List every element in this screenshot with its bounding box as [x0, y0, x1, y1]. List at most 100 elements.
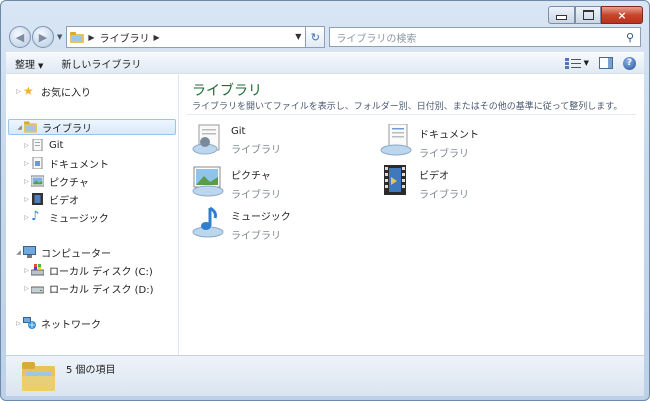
- back-arrow-icon: ◀: [15, 30, 25, 44]
- nav-item-favorites[interactable]: ▷ ★ お気に入り: [14, 83, 91, 99]
- nav-label: ネットワーク: [41, 319, 101, 331]
- nav-item-git[interactable]: ▷ Git: [22, 137, 63, 153]
- music-note-icon: ♪: [31, 209, 40, 224]
- new-library-button[interactable]: 新しいライブラリ: [52, 56, 150, 71]
- nav-item-pictures[interactable]: ▷ ピクチャ: [22, 173, 89, 189]
- change-view-button[interactable]: ▼: [564, 57, 589, 69]
- library-name: ドキュメント: [419, 130, 479, 141]
- computer-icon: [23, 246, 36, 258]
- close-button[interactable]: ×: [601, 6, 643, 24]
- forward-arrow-icon: ▶: [38, 30, 48, 44]
- library-item-music[interactable]: ミュージック ライブラリ: [191, 206, 291, 242]
- nav-item-music[interactable]: ▷ ♪ ミュージック: [22, 209, 109, 225]
- breadcrumb-separator-icon[interactable]: ▶: [88, 33, 94, 42]
- nav-item-videos[interactable]: ▷ ビデオ: [22, 191, 79, 207]
- search-placeholder: ライブラリの検索: [336, 33, 417, 45]
- library-folder-icon: [22, 362, 55, 391]
- library-name: ビデオ: [419, 171, 449, 182]
- library-item-git[interactable]: Git ライブラリ: [191, 124, 281, 156]
- nav-item-libraries[interactable]: ◢ ライブラリ: [8, 119, 176, 135]
- search-icon[interactable]: ⚲: [626, 31, 634, 44]
- system-drive-icon: [31, 264, 44, 276]
- library-folder-icon: [70, 31, 85, 43]
- nav-label: Git: [49, 139, 64, 151]
- library-folder-icon: [24, 121, 37, 133]
- explorer-window: × ◀ ▶ ▼ ▶ ライブラリ ▶ ▼ ↻ ライブラリの検索 ⚲ 整理 ▼ 新しい…: [0, 0, 650, 401]
- nav-label: ローカル ディスク (C:): [49, 266, 153, 278]
- film-icon: [32, 193, 43, 205]
- expand-icon[interactable]: ▷: [22, 160, 31, 167]
- expand-icon[interactable]: ▷: [14, 88, 23, 95]
- maximize-button[interactable]: [575, 6, 601, 24]
- chevron-down-icon: ▼: [38, 61, 44, 70]
- page-title: ライブラリ: [192, 83, 262, 99]
- document-icon: [32, 157, 43, 169]
- breadcrumb-separator-icon[interactable]: ▶: [154, 33, 160, 42]
- nav-item-drive-c[interactable]: ▷ ローカル ディスク (C:): [22, 262, 153, 278]
- expand-icon[interactable]: ▷: [22, 142, 31, 149]
- nav-item-documents[interactable]: ▷ ドキュメント: [22, 155, 109, 171]
- nav-label: お気に入り: [41, 87, 91, 99]
- expand-icon[interactable]: ▷: [22, 178, 31, 185]
- content-area: ▷ ★ お気に入り ◢ ライブラリ ▷ Git ▷ ドキュメント ▷ ピクチャ …: [6, 73, 644, 355]
- pictures-library-icon: [192, 166, 224, 197]
- minimize-icon: [556, 15, 567, 20]
- nav-label: ピクチャ: [49, 177, 89, 189]
- videos-library-icon: [384, 165, 406, 195]
- library-type: ライブラリ: [419, 149, 469, 160]
- item-count: 5 個の項目: [66, 365, 116, 376]
- collapse-icon[interactable]: ◢: [15, 124, 24, 131]
- search-input[interactable]: ライブラリの検索 ⚲: [329, 27, 641, 47]
- expand-icon[interactable]: ▷: [14, 320, 23, 327]
- drive-icon: [31, 286, 44, 294]
- address-bar[interactable]: ▶ ライブラリ ▶ ▼: [66, 26, 307, 48]
- refresh-button[interactable]: ↻: [306, 26, 326, 48]
- breadcrumb-libraries[interactable]: ライブラリ: [100, 30, 150, 45]
- documents-library-icon: [380, 124, 412, 156]
- help-icon[interactable]: ?: [623, 56, 636, 70]
- nav-item-drive-d[interactable]: ▷ ローカル ディスク (D:): [22, 280, 154, 296]
- nav-label: ビデオ: [49, 195, 79, 207]
- library-item-pictures[interactable]: ピクチャ ライブラリ: [191, 165, 281, 201]
- navigation-pane: ▷ ★ お気に入り ◢ ライブラリ ▷ Git ▷ ドキュメント ▷ ピクチャ …: [6, 74, 179, 355]
- expand-icon[interactable]: ▷: [22, 196, 31, 203]
- minimize-button[interactable]: [548, 6, 575, 24]
- organize-menu-button[interactable]: 整理 ▼: [6, 56, 52, 71]
- command-bar-right: ▼ ?: [564, 56, 644, 70]
- refresh-icon: ↻: [310, 30, 320, 44]
- star-icon: ★: [23, 84, 34, 98]
- expand-icon[interactable]: ▷: [22, 267, 31, 274]
- expand-icon[interactable]: ▷: [22, 214, 31, 221]
- address-dropdown-icon[interactable]: ▼: [295, 32, 301, 41]
- library-item-videos[interactable]: ビデオ ライブラリ: [379, 165, 469, 201]
- nav-item-network[interactable]: ▷ ネットワーク: [14, 315, 101, 331]
- collapse-icon[interactable]: ◢: [14, 249, 23, 256]
- nav-label: ミュージック: [49, 213, 109, 225]
- nav-label: コンピューター: [41, 248, 111, 260]
- preview-pane-button[interactable]: [599, 57, 613, 69]
- picture-icon: [31, 175, 44, 187]
- nav-item-computer[interactable]: ◢ コンピューター: [14, 244, 111, 260]
- recent-pages-dropdown[interactable]: ▼: [57, 33, 62, 41]
- library-name: ピクチャ: [231, 171, 271, 182]
- close-icon: ×: [617, 8, 627, 22]
- forward-button[interactable]: ▶: [32, 26, 54, 48]
- library-type: ライブラリ: [231, 190, 281, 201]
- library-item-documents[interactable]: ドキュメント ライブラリ: [379, 124, 479, 160]
- library-name: Git: [231, 126, 246, 137]
- nav-label: ドキュメント: [49, 159, 109, 171]
- nav-label: ライブラリ: [42, 123, 92, 135]
- caption-buttons: ×: [548, 6, 643, 24]
- details-pane: 5 個の項目: [6, 355, 644, 396]
- command-bar: 整理 ▼ 新しいライブラリ ▼ ?: [6, 52, 644, 74]
- nav-label: ローカル ディスク (D:): [49, 284, 154, 296]
- music-library-icon: [192, 206, 224, 238]
- document-icon: [32, 139, 43, 151]
- library-type: ライブラリ: [419, 190, 469, 201]
- chevron-down-icon: ▼: [583, 59, 589, 67]
- back-button[interactable]: ◀: [9, 26, 31, 48]
- library-name: ミュージック: [231, 212, 291, 223]
- maximize-icon: [582, 10, 594, 20]
- expand-icon[interactable]: ▷: [22, 285, 31, 292]
- address-row: ◀ ▶ ▼ ▶ ライブラリ ▶ ▼ ↻ ライブラリの検索 ⚲: [9, 26, 641, 48]
